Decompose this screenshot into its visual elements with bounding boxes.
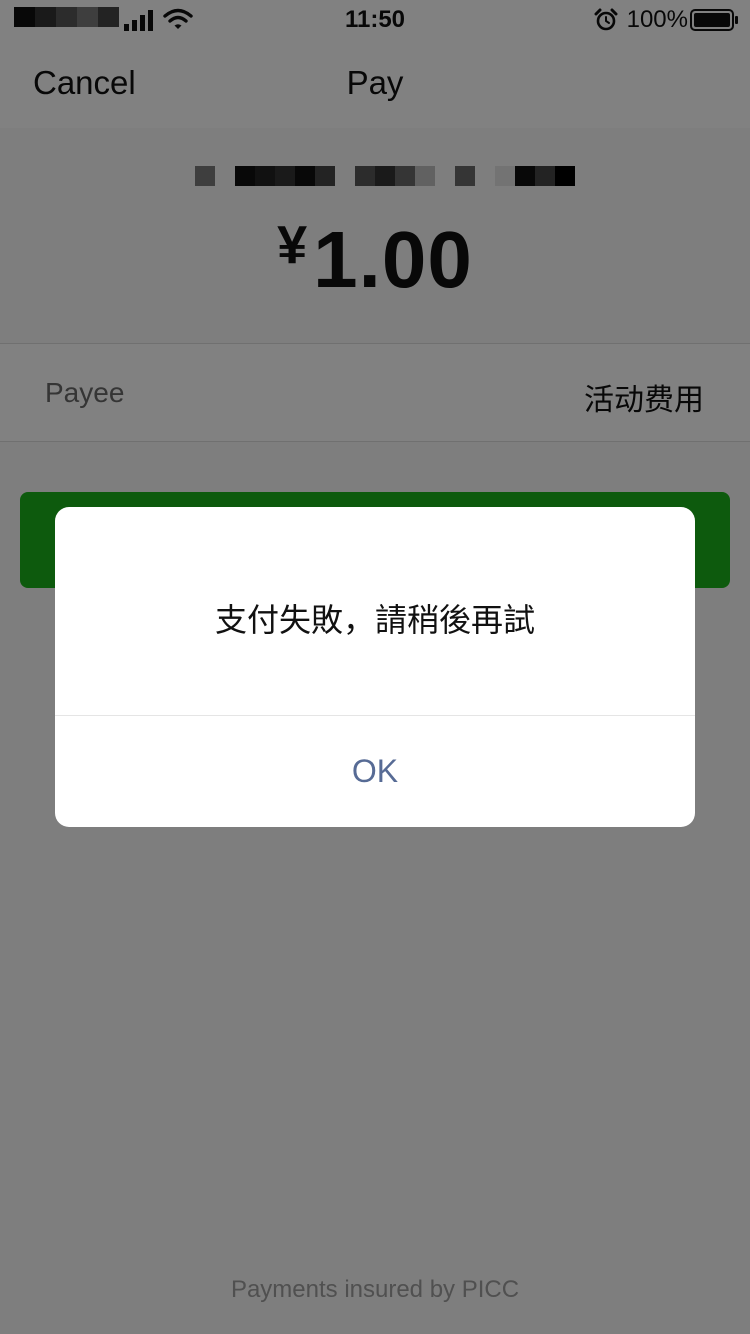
ok-button[interactable]: OK <box>55 716 695 827</box>
alert-message: 支付失敗，請稍後再試 <box>214 601 535 639</box>
alert-dialog: 支付失敗，請稍後再試 OK <box>55 507 695 827</box>
